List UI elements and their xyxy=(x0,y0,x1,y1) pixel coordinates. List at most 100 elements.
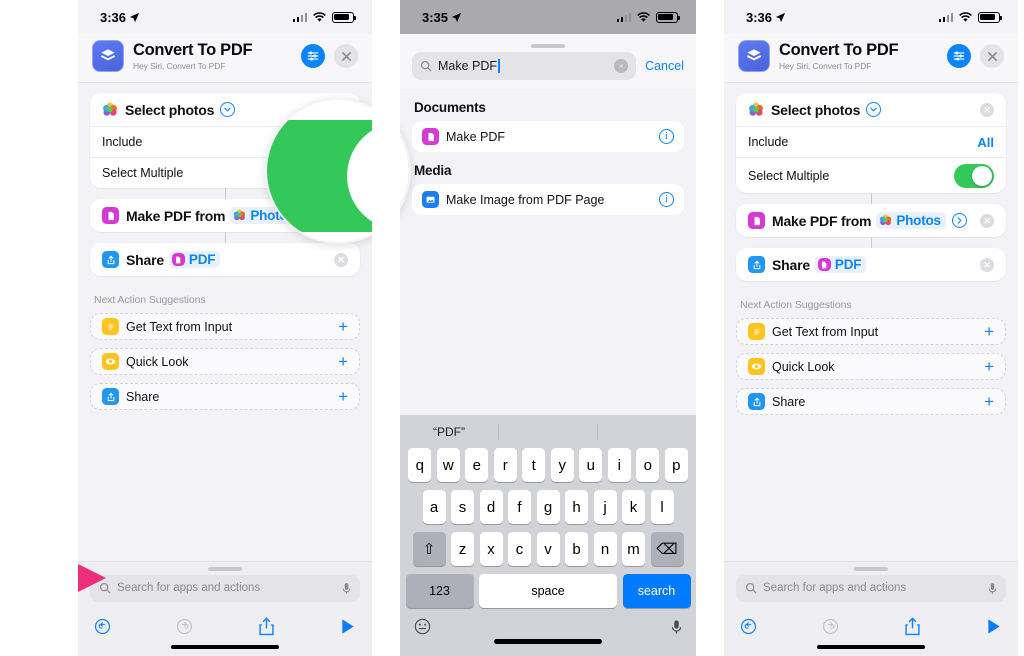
emoji-icon[interactable] xyxy=(414,618,431,635)
key-c[interactable]: c xyxy=(508,532,531,566)
param-value-include[interactable]: All xyxy=(977,135,994,150)
key-u[interactable]: u xyxy=(579,448,603,482)
action-row-share[interactable]: Share PDF ✕ xyxy=(736,248,1006,281)
param-row-include[interactable]: Include All xyxy=(736,126,1006,157)
remove-action-button[interactable]: ✕ xyxy=(334,252,348,267)
add-action-button[interactable]: + xyxy=(984,393,994,410)
key-j[interactable]: j xyxy=(593,490,617,524)
action-row-share[interactable]: Share PDF ✕ xyxy=(90,243,360,276)
key-v[interactable]: v xyxy=(536,532,560,566)
add-action-button[interactable]: + xyxy=(338,318,348,335)
suggestion-share[interactable]: Share + xyxy=(90,383,360,410)
add-action-button[interactable]: + xyxy=(338,353,348,370)
key-t[interactable]: t xyxy=(522,448,546,482)
key-i[interactable]: i xyxy=(607,448,631,482)
remove-action-button[interactable]: ✕ xyxy=(980,257,994,272)
share-icon xyxy=(748,393,765,410)
microphone-icon[interactable] xyxy=(671,619,682,635)
microphone-icon[interactable] xyxy=(988,582,997,595)
microphone-icon[interactable] xyxy=(342,582,351,595)
suggestion-quick-look[interactable]: Quick Look + xyxy=(90,348,360,375)
chevron-right-icon[interactable] xyxy=(951,213,967,228)
shortcut-settings-button[interactable] xyxy=(301,44,325,68)
sheet-grabber[interactable] xyxy=(531,44,565,48)
suggestion-share[interactable]: Share + xyxy=(736,388,1006,415)
delete-key[interactable]: ⌫ xyxy=(650,532,684,566)
key-h[interactable]: h xyxy=(565,490,588,524)
share-icon[interactable] xyxy=(904,617,921,636)
key-f[interactable]: f xyxy=(508,490,531,524)
action-card-share[interactable]: Share PDF ✕ xyxy=(736,237,1006,281)
remove-action-button[interactable]: ✕ xyxy=(980,213,994,228)
key-k[interactable]: k xyxy=(622,490,645,524)
search-input[interactable]: Make PDF × xyxy=(412,52,637,80)
add-action-button[interactable]: + xyxy=(984,323,994,340)
select-multiple-toggle[interactable] xyxy=(954,163,994,188)
result-row-make-pdf[interactable]: Make PDF i xyxy=(412,121,684,152)
space-key[interactable]: space xyxy=(479,574,617,608)
suggestion-get-text[interactable]: Get Text from Input + xyxy=(90,313,360,340)
key-z[interactable]: z xyxy=(451,532,474,566)
cellular-bars-icon xyxy=(938,12,953,22)
token-pdf[interactable]: PDF xyxy=(168,251,221,268)
chevron-down-icon[interactable] xyxy=(220,102,236,117)
key-m[interactable]: m xyxy=(622,532,645,566)
search-input[interactable]: Search for apps and actions xyxy=(90,574,360,602)
keyboard-row-3: ⇧ zxcvbnm ⌫ xyxy=(400,532,696,566)
param-row-select-multiple[interactable]: Select Multiple xyxy=(736,157,1006,193)
key-r[interactable]: r xyxy=(493,448,517,482)
suggestion-get-text[interactable]: Get Text from Input + xyxy=(736,318,1006,345)
shortcut-settings-button[interactable] xyxy=(947,44,971,68)
action-row-select-photos[interactable]: Select photos ✕ xyxy=(736,93,1006,126)
key-y[interactable]: y xyxy=(550,448,574,482)
close-button[interactable] xyxy=(334,44,358,68)
search-input[interactable]: Search for apps and actions xyxy=(736,574,1006,602)
redo-icon[interactable] xyxy=(176,618,193,635)
numbers-key[interactable]: 123 xyxy=(405,574,474,608)
add-action-button[interactable]: + xyxy=(984,358,994,375)
battery-icon xyxy=(656,11,681,23)
share-icon[interactable] xyxy=(258,617,275,636)
home-indicator xyxy=(171,644,279,649)
key-l[interactable]: l xyxy=(650,490,674,524)
search-placeholder: Search for apps and actions xyxy=(763,582,907,594)
action-row-make-pdf[interactable]: Make PDF from Photos ✕ xyxy=(736,204,1006,237)
key-g[interactable]: g xyxy=(536,490,560,524)
info-button[interactable]: i xyxy=(659,129,674,144)
play-icon[interactable] xyxy=(340,618,356,635)
search-key[interactable]: search xyxy=(622,574,691,608)
key-n[interactable]: n xyxy=(593,532,617,566)
key-x[interactable]: x xyxy=(479,532,503,566)
close-button[interactable] xyxy=(980,44,1004,68)
undo-icon[interactable] xyxy=(740,618,757,635)
key-q[interactable]: q xyxy=(408,448,432,482)
key-d[interactable]: d xyxy=(479,490,503,524)
sheet-grabber[interactable] xyxy=(208,566,242,571)
remove-action-button[interactable]: ✕ xyxy=(980,102,994,117)
token-photos[interactable]: Photos xyxy=(876,212,946,229)
chevron-down-icon[interactable] xyxy=(866,102,882,117)
token-pdf[interactable]: PDF xyxy=(814,256,867,273)
suggestion-quick-look[interactable]: Quick Look + xyxy=(736,353,1006,380)
info-button[interactable]: i xyxy=(659,192,674,207)
action-card-make-pdf[interactable]: Make PDF from Photos ✕ xyxy=(736,193,1006,237)
cancel-button[interactable]: Cancel xyxy=(645,59,684,73)
add-action-button[interactable]: + xyxy=(338,388,348,405)
undo-icon[interactable] xyxy=(94,618,111,635)
key-p[interactable]: p xyxy=(664,448,688,482)
key-b[interactable]: b xyxy=(565,532,588,566)
action-card-share[interactable]: Share PDF ✕ xyxy=(90,232,360,276)
key-o[interactable]: o xyxy=(636,448,660,482)
key-e[interactable]: e xyxy=(465,448,489,482)
play-icon[interactable] xyxy=(986,618,1002,635)
sheet-grabber[interactable] xyxy=(854,566,888,571)
result-row-make-image-from-pdf-page[interactable]: Make Image from PDF Page i xyxy=(412,184,684,215)
action-card-select-photos[interactable]: Select photos ✕ Include All Select Multi… xyxy=(736,93,1006,193)
key-a[interactable]: a xyxy=(422,490,446,524)
redo-icon[interactable] xyxy=(822,618,839,635)
shift-key[interactable]: ⇧ xyxy=(412,532,446,566)
clear-search-button[interactable]: × xyxy=(614,59,629,73)
key-s[interactable]: s xyxy=(451,490,474,524)
prediction-word[interactable]: “PDF” xyxy=(400,425,498,439)
key-w[interactable]: w xyxy=(436,448,460,482)
